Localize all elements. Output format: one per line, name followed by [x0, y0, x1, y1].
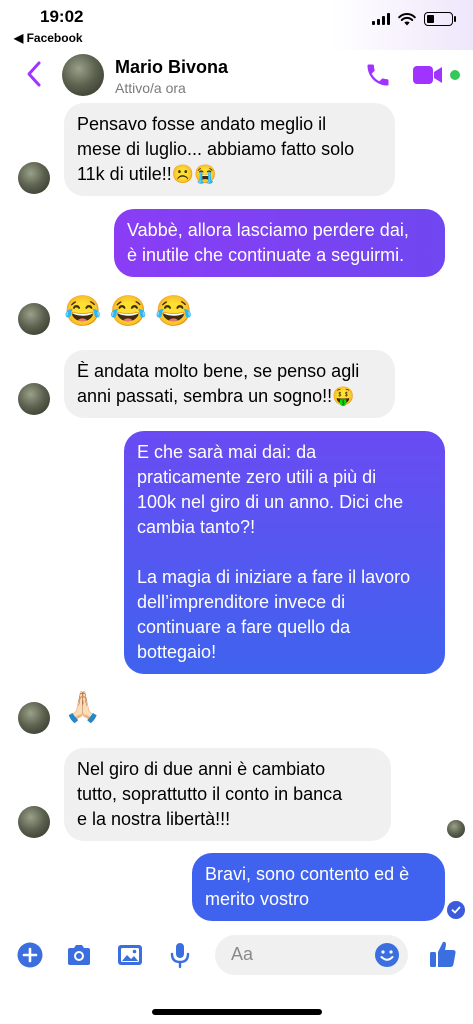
seen-by-avatar — [447, 820, 465, 838]
phone-call-icon[interactable] — [364, 61, 392, 89]
contact-avatar[interactable] — [62, 54, 104, 96]
delivered-check-icon — [447, 901, 465, 919]
contact-avatar-small — [18, 162, 50, 194]
wifi-icon — [398, 12, 416, 25]
incoming-message[interactable]: Pensavo fosse andato meglio il mese di l… — [64, 103, 395, 196]
incoming-emoji-message[interactable]: 😂 😂 😂 — [64, 292, 193, 332]
emoji-smiley-icon[interactable] — [374, 942, 400, 968]
message-input[interactable] — [231, 944, 361, 965]
incoming-message[interactable]: Nel giro di due anni è cambiato tutto, s… — [64, 748, 391, 841]
contact-avatar-small — [18, 303, 50, 335]
status-bar: 19:02 ◀ Facebook — [0, 0, 473, 50]
plus-circle-icon[interactable] — [15, 940, 45, 970]
microphone-icon[interactable] — [165, 940, 195, 970]
online-status-dot — [450, 70, 460, 80]
status-icons — [372, 12, 456, 26]
incoming-emoji-message[interactable]: 🙏🏻 — [64, 688, 101, 728]
outgoing-message[interactable]: Vabbè, allora lasciamo perdere dai, è in… — [114, 209, 445, 277]
outgoing-message[interactable]: E che sarà mai dai: da praticamente zero… — [124, 431, 445, 674]
incoming-message[interactable]: È andata molto bene, se penso agli anni … — [64, 350, 395, 418]
contact-avatar-small — [18, 383, 50, 415]
message-composer — [0, 928, 473, 984]
back-to-facebook-link[interactable]: ◀ Facebook — [14, 31, 83, 45]
status-time: 19:02 — [40, 7, 84, 26]
contact-name[interactable]: Mario Bivona — [115, 57, 228, 78]
video-call-icon[interactable] — [412, 63, 444, 87]
contact-avatar-small — [18, 702, 50, 734]
back-chevron-icon[interactable] — [22, 58, 46, 90]
cellular-signal-icon — [372, 13, 390, 25]
conversation-header: Mario Bivona Attivo/a ora — [0, 50, 473, 100]
camera-icon[interactable] — [64, 940, 94, 970]
battery-icon — [424, 12, 456, 26]
outgoing-message[interactable]: Bravi, sono contento ed è merito vostro — [192, 853, 445, 921]
home-indicator — [152, 1009, 322, 1015]
message-input-container — [215, 935, 408, 975]
gallery-photo-icon[interactable] — [115, 940, 145, 970]
contact-active-status: Attivo/a ora — [115, 80, 186, 96]
contact-avatar-small — [18, 806, 50, 838]
thumbs-up-icon[interactable] — [428, 938, 458, 970]
